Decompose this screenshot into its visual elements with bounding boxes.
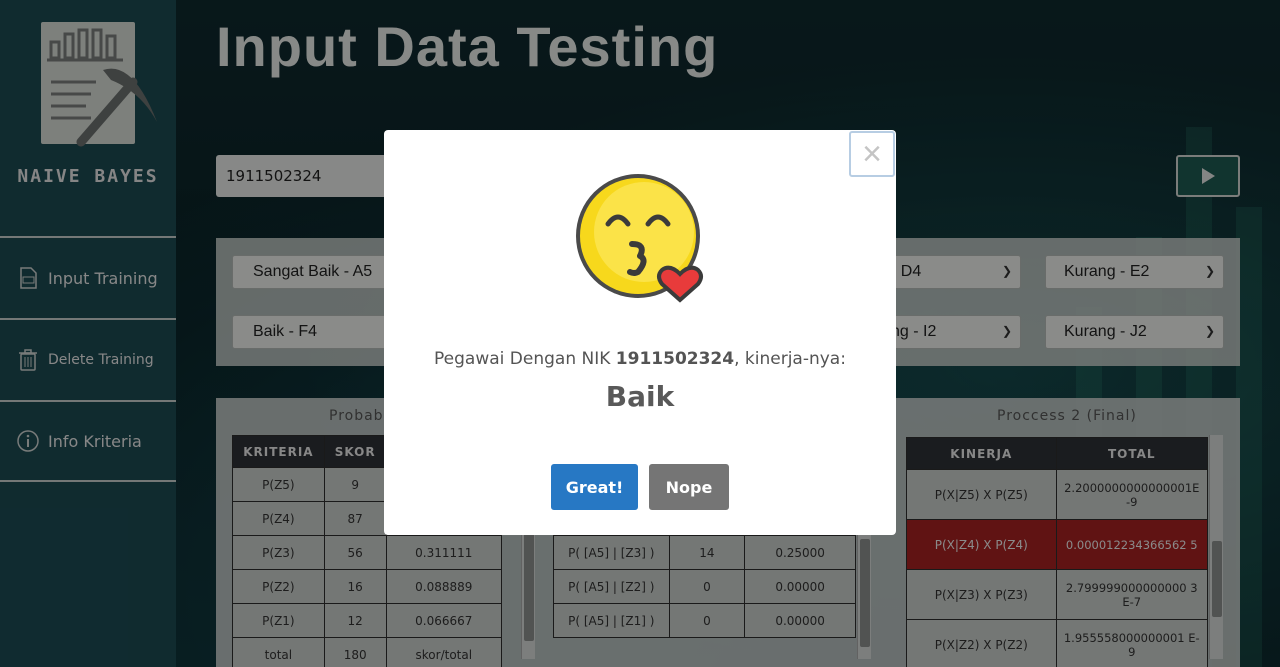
kissing-face-heart-icon [576,174,703,303]
message-prefix: Pegawai Dengan NIK [434,349,611,369]
result-message: Pegawai Dengan NIK 1911502324, kinerja-n… [384,349,896,369]
result-value: Baik [605,380,675,413]
message-nik: 1911502324 [615,349,735,369]
nope-button[interactable]: Nope [649,464,729,510]
result-modal: × Pegawai Dengan NIK 1911502324, kinerja… [384,130,896,535]
close-button[interactable]: × [849,131,895,177]
message-suffix: , kinerja-nya: [734,349,846,369]
great-button[interactable]: Great! [551,464,638,510]
